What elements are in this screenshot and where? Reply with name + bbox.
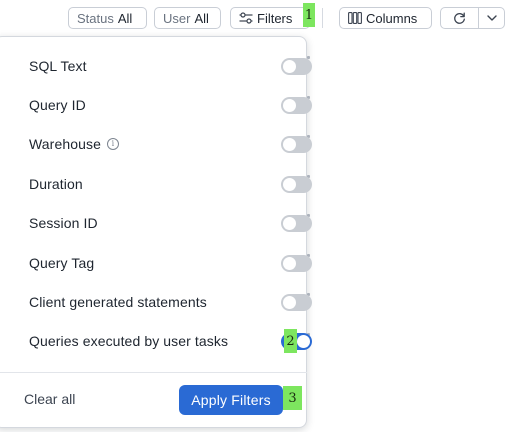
status-filter-label: Status (77, 10, 114, 26)
results-table-area (306, 40, 506, 432)
toggle-query-tag[interactable] (281, 254, 312, 272)
columns-icon (348, 12, 362, 24)
filter-row-query-tag: Query Tag (29, 253, 312, 273)
status-filter-value: All (117, 10, 133, 26)
info-icon[interactable]: i (106, 138, 119, 150)
filter-label: Query Tag (29, 255, 95, 271)
user-filter-label: User (163, 10, 191, 26)
status-filter-button[interactable]: Status All (68, 7, 147, 29)
toggle-knob (283, 59, 296, 73)
toggle-sql-text[interactable] (281, 57, 312, 75)
user-filter-button[interactable]: User All (154, 7, 221, 29)
filter-row-duration: Duration (29, 174, 312, 194)
toggle-knob (283, 216, 296, 230)
filter-row-sql-text: SQL Text (29, 56, 312, 76)
toggle-knob (283, 98, 296, 112)
filter-label: Client generated statements (29, 294, 207, 310)
toggle-warehouse[interactable] (281, 135, 312, 153)
filter-row-user-tasks: Queries executed by user tasks (29, 331, 312, 351)
toolbar-divider (322, 8, 323, 28)
refresh-options-button[interactable] (478, 7, 505, 29)
toggle-duration[interactable] (281, 175, 312, 193)
toggle-query-id[interactable] (281, 96, 312, 114)
filter-label: Session ID (29, 215, 98, 231)
toggle-session-id[interactable] (281, 214, 312, 232)
toggle-knob (283, 137, 296, 151)
filter-row-session-id: Session ID (29, 213, 312, 233)
toggle-knob (297, 334, 310, 348)
panel-divider (0, 372, 307, 373)
filter-label: Query ID (29, 97, 86, 113)
toggle-knob (283, 295, 296, 309)
apply-filters-button[interactable]: Apply Filters (179, 385, 283, 415)
annotation-badge-1: 1 (303, 3, 315, 27)
toggle-knob (283, 177, 296, 191)
filter-row-client-generated: Client generated statements (29, 292, 312, 312)
refresh-button[interactable] (440, 7, 479, 29)
filter-row-query-id: Query ID (29, 95, 312, 115)
annotation-badge-2: 2 (284, 329, 297, 353)
toggle-client-generated[interactable] (281, 293, 312, 311)
filters-button-label: Filters (257, 10, 293, 26)
refresh-icon (453, 12, 466, 25)
annotation-badge-3: 3 (283, 386, 302, 410)
sliders-icon (239, 12, 253, 24)
clear-all-button[interactable]: Clear all (24, 391, 75, 407)
toggle-knob (283, 256, 296, 270)
chevron-down-icon (486, 15, 497, 21)
filter-label: Duration (29, 176, 83, 192)
filters-button[interactable]: Filters (230, 7, 310, 29)
filter-label: SQL Text (29, 58, 87, 74)
columns-button-label: Columns (366, 10, 418, 26)
filter-row-warehouse: Warehouse i (29, 134, 312, 154)
filter-label: Queries executed by user tasks (29, 333, 229, 349)
columns-button[interactable]: Columns (339, 7, 432, 29)
filter-label: Warehouse i (29, 136, 119, 152)
user-filter-value: All (194, 10, 209, 26)
